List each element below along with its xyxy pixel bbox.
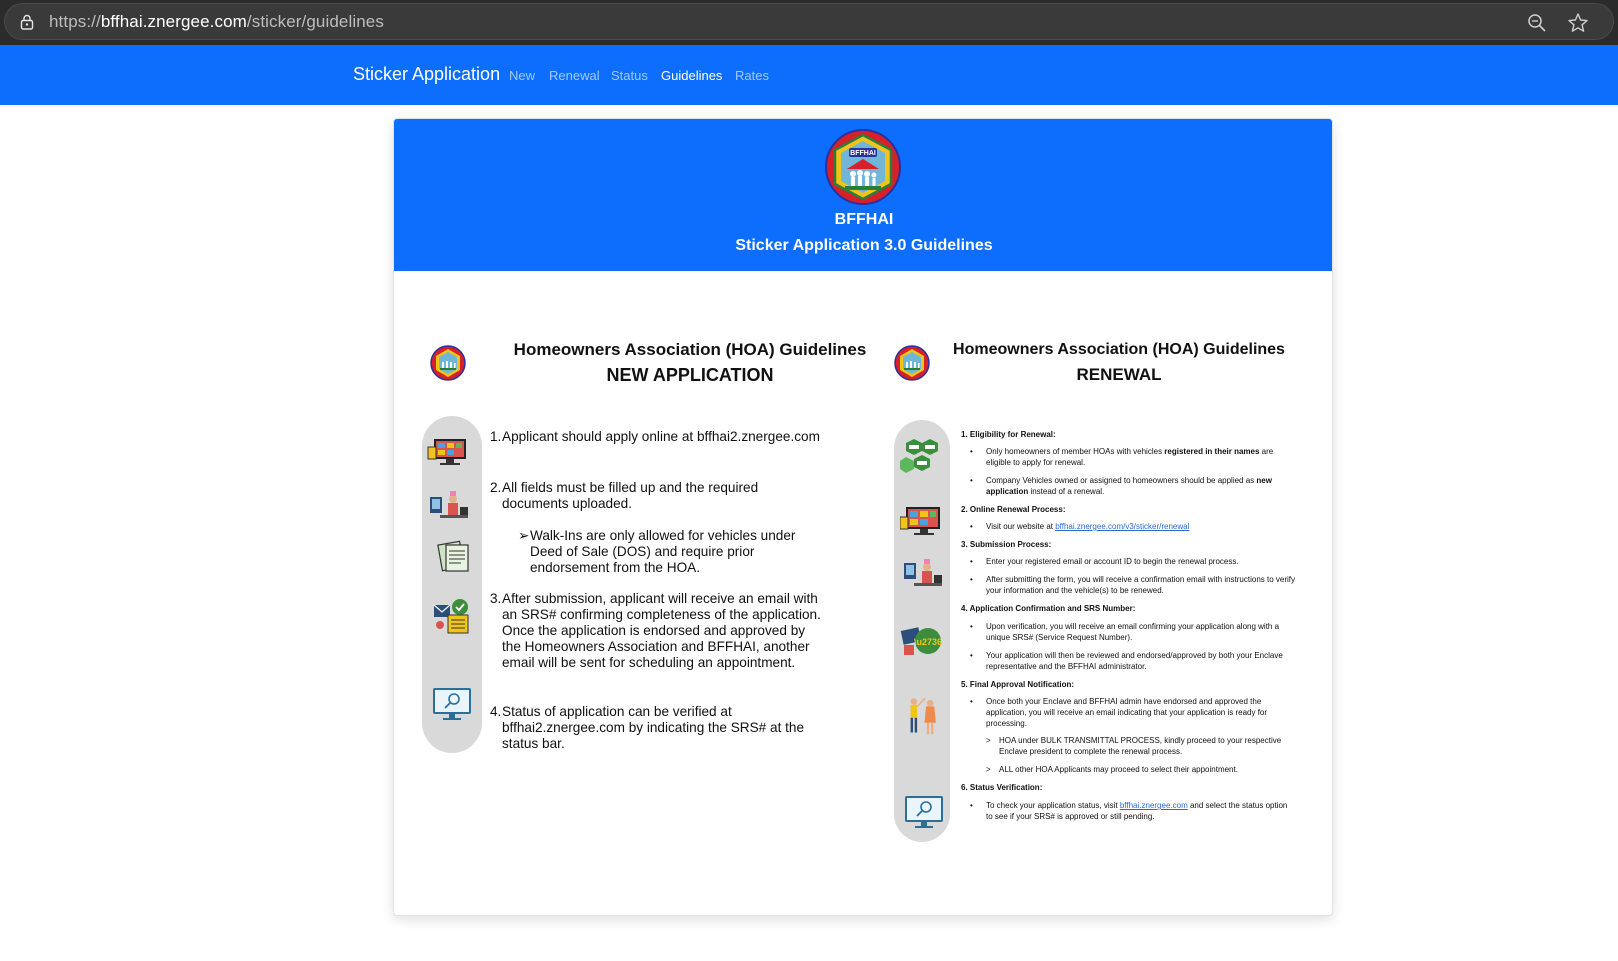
- documents-icon: [437, 540, 469, 572]
- renewal-item: Only homeowners of member HOAs with vehi…: [986, 447, 1274, 467]
- renewal-item: Company Vehicles owned or assigned to ho…: [986, 476, 1272, 496]
- nav-guidelines[interactable]: Guidelines: [661, 68, 722, 83]
- renewal-item: Upon verification, you will receive an e…: [986, 622, 1280, 642]
- nav-renewal[interactable]: Renewal: [549, 68, 600, 83]
- seal-text: BFFHAI: [850, 150, 876, 157]
- browser-toolbar: https://bffhai.znergee.com/sticker/guide…: [0, 0, 1618, 45]
- renewal-item: Your application will then be reviewed a…: [986, 651, 1283, 671]
- renewal-section-title: 4. Application Confirmation and SRS Numb…: [961, 604, 1136, 613]
- search-monitor-icon: [433, 688, 471, 720]
- person-at-desk-icon: [904, 559, 942, 586]
- card-header: BFFHAI BFFHAI Sticker Application 3.0 Gu…: [394, 119, 1332, 271]
- bookmark-star-icon[interactable]: [1567, 12, 1589, 34]
- renewal-section-title: 1. Eligibility for Renewal:: [961, 430, 1056, 439]
- url-text[interactable]: https://bffhai.znergee.com/sticker/guide…: [49, 12, 384, 32]
- renewal-subheading: RENEWAL: [1076, 365, 1162, 384]
- guidelines-card: BFFHAI BFFHAI Sticker Application 3.0 Gu…: [393, 118, 1333, 916]
- site-info-icon[interactable]: [19, 14, 35, 30]
- page-title: Sticker Application 3.0 Guidelines: [735, 237, 993, 254]
- renewal-link[interactable]: bffhai.znergee.com/v3/sticker/renewal: [1055, 522, 1189, 531]
- org-name: BFFHAI: [834, 211, 894, 228]
- status-link[interactable]: bffhai.znergee.com: [1120, 801, 1188, 810]
- renewal-item: Enter your registered email or account I…: [986, 557, 1239, 566]
- address-bar[interactable]: https://bffhai.znergee.com/sticker/guide…: [4, 3, 1614, 40]
- hoa-seal-icon: [430, 345, 466, 381]
- renewal-item: Visit our website at bffhai.znergee.com/…: [986, 522, 1190, 531]
- new-app-subheading: NEW APPLICATION: [606, 365, 774, 385]
- renewal-section-title: 2. Online Renewal Process:: [961, 505, 1066, 514]
- url-path: /sticker/guidelines: [246, 12, 384, 31]
- email-badge-icon: \u2736: [900, 627, 942, 655]
- url-host: bffhai.znergee.com: [100, 12, 247, 31]
- zoom-icon[interactable]: [1527, 13, 1547, 33]
- renewal-section-title: 5. Final Approval Notification:: [961, 680, 1075, 689]
- renewal-section-title: 3. Submission Process:: [961, 540, 1052, 549]
- bffhai-seal-logo: BFFHAI: [825, 129, 901, 205]
- new-app-heading: Homeowners Association (HOA) Guidelines: [513, 340, 867, 359]
- search-monitor-icon: [905, 796, 943, 828]
- renewal-subitem: ALL other HOA Applicants may proceed to …: [999, 765, 1238, 774]
- renewal-item: After submitting the form, you will rece…: [986, 575, 1296, 595]
- nav-rates[interactable]: Rates: [735, 68, 769, 83]
- monitor-screen-icon: [900, 507, 940, 535]
- monitor-screen-icon: [427, 439, 466, 465]
- svg-text:\u2736: \u2736: [914, 637, 942, 647]
- nav-new[interactable]: New: [509, 68, 535, 83]
- renewal-heading: Homeowners Association (HOA) Guidelines: [953, 341, 1285, 358]
- person-at-desk-icon: [430, 491, 468, 518]
- renewal-section-title: 6. Status Verification:: [961, 783, 1043, 792]
- email-checklist-icon: [433, 599, 469, 634]
- car-hexagons-icon: [900, 439, 938, 473]
- navbar-brand[interactable]: Sticker Application: [353, 64, 500, 85]
- renewal-subitem: HOA under BULK TRANSMITTAL PROCESS, kind…: [999, 736, 1282, 756]
- renewal-item: To check your application status, visit …: [986, 801, 1288, 821]
- renewal-item: Once both your Enclave and BFFHAI admin …: [986, 697, 1268, 728]
- two-people-icon: [910, 697, 936, 735]
- app-navbar: Sticker Application New Renewal Status G…: [0, 45, 1618, 105]
- nav-status[interactable]: Status: [611, 68, 648, 83]
